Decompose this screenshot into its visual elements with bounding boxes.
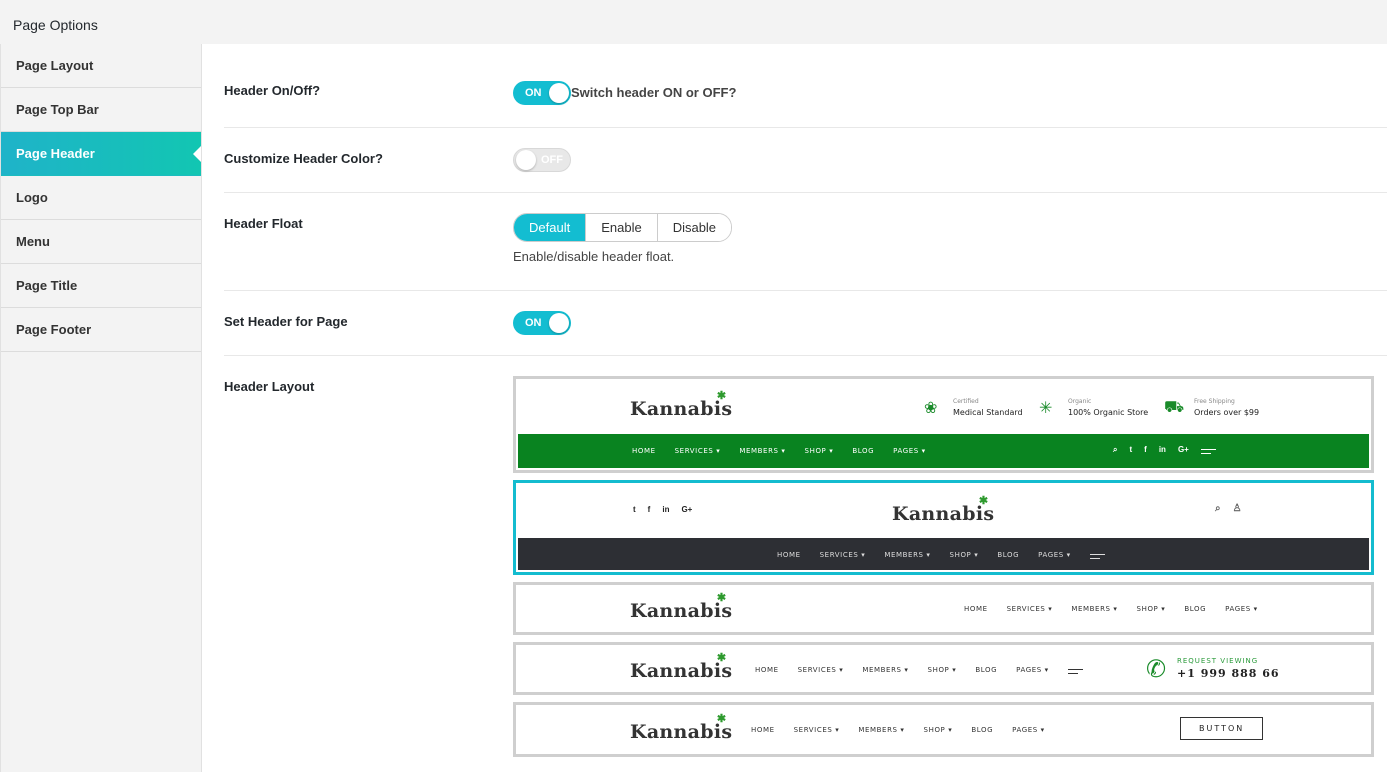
customize-header-color-label: Customize Header Color? [224,151,383,166]
facebook-icon: f [647,505,651,514]
phone-icon: ✆ [1146,656,1167,683]
preview-nav: HOME SERVICES ▾ MEMBERS ▾ SHOP ▾ BLOG PAGES ▾ [632,447,926,455]
header-layout-option-3[interactable]: Kannabis ✱ HOME SERVICES ▾ MEMBERS ▾ SHOP ▾ B… [513,582,1374,635]
preview-nav-bar: HOME SERVICES ▾ MEMBERS ▾ SHOP ▾ BLOG PAGES ▾… [518,434,1369,468]
truck-icon: ⛟ [1164,399,1185,416]
toggle-state-label: OFF [541,154,563,166]
search-icon: ⌕ [1113,445,1118,454]
set-header-label: Set Header for Page [224,314,348,329]
leaf-icon: ✱ [716,712,727,725]
toggle-knob [549,313,569,333]
header-layout-option-5[interactable]: Kannabis ✱ HOME SERVICES ▾ MEMBERS ▾ SHOP ▾ B… [513,702,1374,757]
header-layout-option-4[interactable]: Kannabis ✱ HOME SERVICES ▾ MEMBERS ▾ SHOP ▾ B… [513,642,1374,695]
hamburger-icon [1200,449,1216,455]
facebook-icon: f [1144,445,1147,454]
info-shipping: Free Shipping Orders over $99 [1194,398,1260,417]
toggle-state-label: ON [525,317,542,329]
header-float-button-group: Default Enable Disable [513,213,733,242]
set-header-toggle[interactable]: ON [513,311,571,335]
preview-utility-icons: ⌕ ♙ [1215,503,1254,514]
request-viewing: REQUEST VIEWING +1 999 888 66 [1177,657,1280,680]
leaf-icon: ✱ [716,651,727,664]
header-layout-label: Header Layout [224,379,315,394]
sidebar-item-page-title[interactable]: Page Title [1,264,201,308]
leaf-icon: ✱ [716,591,727,604]
sidebar: Page Layout Page Top Bar Page Header Log… [0,44,202,772]
header-float-help: Enable/disable header float. [513,249,675,264]
header-on-off-label: Header On/Off? [224,83,321,98]
toggle-knob [516,150,536,170]
header-layout-option-1[interactable]: Kannabis ✱ ❀ Certified Medical Standard ✳ … [513,376,1374,473]
info-certified: Certified Medical Standard [953,398,1023,417]
panel-title: Page Options [13,17,98,33]
header-float-default-button[interactable]: Default [514,214,586,241]
brand-logo: Kannabis ✱ [892,494,995,525]
sidebar-item-page-footer[interactable]: Page Footer [1,308,201,352]
sidebar-item-page-layout[interactable]: Page Layout [1,44,201,88]
sidebar-item-page-top-bar[interactable]: Page Top Bar [1,88,201,132]
twitter-icon: t [633,505,636,514]
brand-logo: Kannabis ✱ [630,389,733,420]
award-icon: ❀ [924,400,938,417]
preview-nav: HOME SERVICES ▾ MEMBERS ▾ SHOP ▾ BLOG PAGES ▾ [964,605,1258,613]
preview-button: BUTTON [1180,717,1264,740]
brand-logo: Kannabis ✱ [630,651,733,682]
brand-logo: Kannabis ✱ [630,712,733,743]
header-float-enable-button[interactable]: Enable [585,214,657,241]
linkedin-icon: in [662,505,670,514]
linkedin-icon: in [1158,445,1166,454]
sidebar-item-logo[interactable]: Logo [1,176,201,220]
google-plus-icon: G+ [681,505,693,514]
twitter-icon: t [1129,445,1133,454]
options-content: Header On/Off? ON Switch header ON or OF… [202,44,1387,772]
leaf-icon: ✱ [716,389,727,402]
preview-nav-bar: HOME SERVICES ▾ MEMBERS ▾ SHOP ▾ BLOG PAGES ▾ [518,538,1369,570]
header-float-label: Header Float [224,216,303,231]
hamburger-icon [1067,669,1083,675]
info-organic: Organic 100% Organic Store [1068,398,1149,417]
header-float-disable-button[interactable]: Disable [656,214,732,241]
search-icon: ⌕ [1215,503,1221,514]
sidebar-item-menu[interactable]: Menu [1,220,201,264]
toggle-knob [549,83,569,103]
option-row-set-header: Set Header for Page ON [224,291,1387,356]
option-row-customize-header-color: Customize Header Color? OFF [224,128,1387,193]
google-plus-icon: G+ [1177,445,1189,454]
header-on-off-toggle[interactable]: ON Switch header ON or OFF? [513,81,736,105]
leaf-icon: ✳ [1039,400,1053,417]
user-icon: ♙ [1232,503,1242,514]
brand-logo: Kannabis ✱ [630,591,733,622]
preview-nav: HOME SERVICES ▾ MEMBERS ▾ SHOP ▾ BLOG PAGES ▾ [777,550,1124,560]
preview-nav: HOME SERVICES ▾ MEMBERS ▾ SHOP ▾ BLOG PAGES ▾ [755,665,1102,675]
preview-social: ⌕ t f in G+ [1113,445,1228,455]
option-row-header-float: Header Float Default Enable Disable Enab… [224,193,1387,291]
option-row-header-on-off: Header On/Off? ON Switch header ON or OF… [224,44,1387,128]
customize-header-color-toggle[interactable]: OFF [513,148,571,172]
toggle-state-label: ON [525,87,542,99]
preview-nav: HOME SERVICES ▾ MEMBERS ▾ SHOP ▾ BLOG PAGES ▾ [751,726,1045,734]
hamburger-icon [1089,554,1105,560]
header-on-off-help: Switch header ON or OFF? [571,85,737,100]
sidebar-item-page-header[interactable]: Page Header [1,132,201,176]
header-layout-option-2[interactable]: t f in G+ Kannabis ✱ ⌕ ♙ HOME SERVICES ▾ ME… [513,480,1374,575]
preview-social: t f in G+ [633,505,704,514]
leaf-icon: ✱ [978,494,989,507]
